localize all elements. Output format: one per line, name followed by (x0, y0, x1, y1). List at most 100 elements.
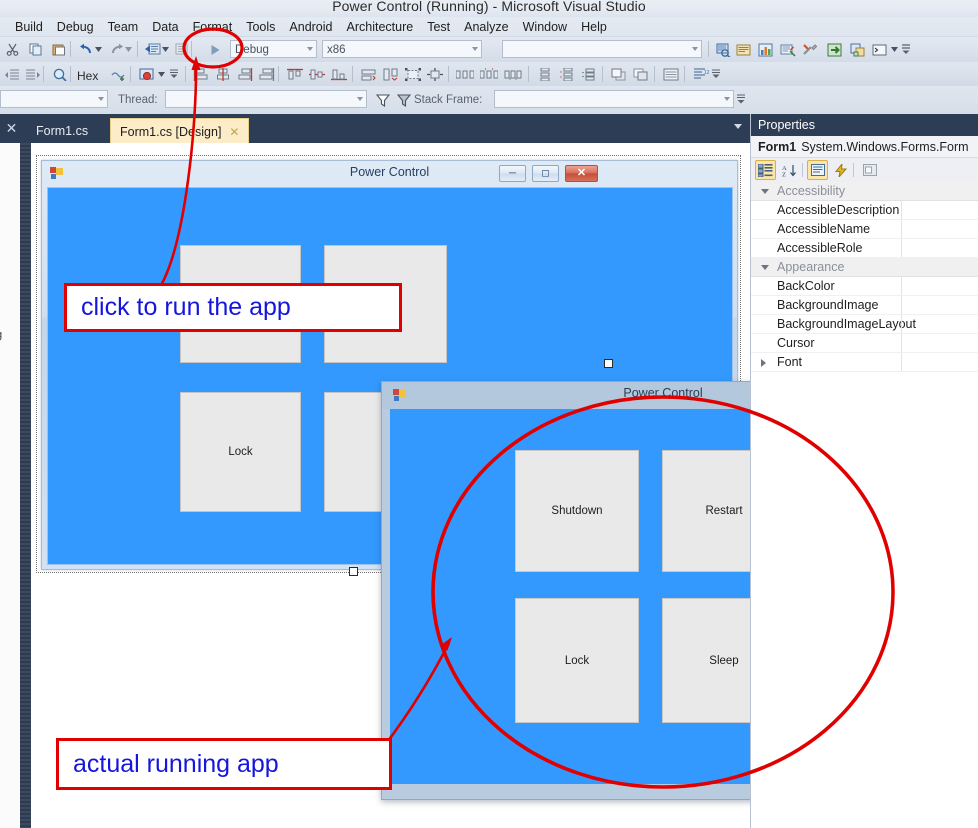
menu-item-android[interactable]: Android (282, 18, 339, 36)
toolbar3-overflow-icon[interactable] (737, 94, 745, 106)
running-button-lock[interactable]: Lock (515, 598, 639, 723)
start-debugging-button[interactable] (203, 39, 227, 60)
cut-icon[interactable] (2, 39, 23, 60)
hex-label[interactable]: Hex (77, 69, 98, 83)
property-column-splitter[interactable] (901, 201, 902, 219)
size-to-grid-icon[interactable] (402, 64, 423, 85)
make-same-width-icon[interactable] (358, 64, 379, 85)
menu-item-analyze[interactable]: Analyze (457, 18, 515, 36)
align-right-edges-icon[interactable] (256, 64, 277, 85)
expand-triangle-icon[interactable] (761, 359, 766, 367)
align-middles-icon[interactable] (306, 64, 327, 85)
properties-view-icon[interactable] (807, 160, 828, 180)
property-column-splitter[interactable] (901, 353, 902, 371)
command-dropdown-icon[interactable] (889, 39, 899, 60)
indent-decrease-icon[interactable] (2, 64, 23, 85)
align-tops-icon[interactable] (284, 64, 305, 85)
property-row-accessiblerole[interactable]: AccessibleRole (751, 239, 978, 258)
indent-increase-icon[interactable] (22, 64, 43, 85)
categorized-view-icon[interactable] (755, 160, 776, 180)
property-column-splitter[interactable] (901, 315, 902, 333)
process-combo[interactable] (0, 90, 108, 108)
menu-item-debug[interactable]: Debug (50, 18, 101, 36)
property-row-accessibledescription[interactable]: AccessibleDescription (751, 201, 978, 220)
increase-h-spacing-icon[interactable] (478, 64, 499, 85)
show-threads-filtered-icon[interactable] (393, 90, 414, 111)
toolbar2-overflow-icon[interactable] (170, 69, 178, 79)
design-button-lock[interactable]: Lock (180, 392, 301, 512)
stack-frame-combo[interactable] (494, 90, 734, 108)
tools-options-icon[interactable] (799, 39, 820, 60)
property-row-font[interactable]: Font (751, 353, 978, 372)
tab-form1-cs[interactable]: Form1.cs (27, 118, 97, 143)
design-form-resize-grip-right[interactable] (604, 359, 613, 368)
property-row-accessiblename[interactable]: AccessibleName (751, 220, 978, 239)
align-rights-icon[interactable] (234, 64, 255, 85)
menu-item-test[interactable]: Test (420, 18, 457, 36)
running-button-shutdown[interactable]: Shutdown (515, 450, 639, 572)
collapse-triangle-icon[interactable] (761, 189, 769, 194)
menu-item-build[interactable]: Build (8, 18, 50, 36)
menu-item-help[interactable]: Help (574, 18, 614, 36)
decrease-v-spacing-icon[interactable] (578, 64, 599, 85)
property-category-appearance[interactable]: Appearance (751, 258, 978, 277)
menu-item-window[interactable]: Window (516, 18, 574, 36)
navigate-dropdown-icon[interactable] (160, 39, 170, 60)
menu-item-team[interactable]: Team (101, 18, 146, 36)
alphabetical-sort-icon[interactable]: AZ (779, 160, 800, 180)
center-horizontally-icon[interactable] (424, 64, 445, 85)
error-list-icon[interactable] (777, 39, 798, 60)
manage-extensions-icon[interactable] (847, 39, 868, 60)
vertical-spacing-icon[interactable] (534, 64, 555, 85)
property-row-backgroundimagelayout[interactable]: BackgroundImageLayout (751, 315, 978, 334)
increase-v-spacing-icon[interactable] (556, 64, 577, 85)
menu-item-data[interactable]: Data (145, 18, 185, 36)
tab-form1-cs-design[interactable]: Form1.cs [Design] ✕ (110, 118, 250, 144)
properties-window-icon[interactable] (733, 39, 754, 60)
menu-item-tools[interactable]: Tools (239, 18, 282, 36)
menu-item-architecture[interactable]: Architecture (340, 18, 421, 36)
events-view-icon[interactable] (830, 160, 851, 180)
comment-dropdown-icon[interactable] (156, 64, 166, 85)
design-form-resize-grip-bottom[interactable] (349, 567, 358, 576)
property-column-splitter[interactable] (901, 220, 902, 238)
solution-explorer-icon[interactable] (712, 39, 733, 60)
collapse-triangle-icon[interactable] (761, 265, 769, 270)
solution-configuration-combo[interactable]: Debug (230, 40, 317, 58)
toolbox-icon[interactable] (755, 39, 776, 60)
close-active-document-icon[interactable]: ✕ (2, 119, 21, 138)
paste-icon[interactable] (48, 39, 69, 60)
design-close-button[interactable]: ✕ (565, 165, 598, 182)
send-to-back-icon[interactable] (630, 64, 651, 85)
property-row-backgroundimage[interactable]: BackgroundImage (751, 296, 978, 315)
add-watch-icon[interactable] (108, 64, 129, 85)
toolbar2-overflow2-icon[interactable] (712, 69, 720, 79)
copy-icon[interactable] (25, 39, 46, 60)
close-icon[interactable]: ✕ (229, 125, 239, 139)
tab-list-dropdown-icon[interactable] (734, 124, 742, 129)
make-same-height-icon[interactable] (380, 64, 401, 85)
decrease-h-spacing-icon[interactable] (502, 64, 523, 85)
format-document-icon[interactable]: 12 (690, 64, 711, 85)
command-window-icon[interactable] (869, 39, 890, 60)
publish-icon[interactable] (824, 39, 845, 60)
property-column-splitter[interactable] (901, 296, 902, 314)
design-minimize-button[interactable]: ─ (499, 165, 526, 182)
horizontal-spacing-icon[interactable] (454, 64, 475, 85)
design-maximize-button[interactable]: ◻ (532, 165, 559, 182)
property-column-splitter[interactable] (901, 334, 902, 352)
redo-dropdown-icon[interactable] (123, 39, 133, 60)
property-category-accessibility[interactable]: Accessibility (751, 182, 978, 201)
property-row-cursor[interactable]: Cursor (751, 334, 978, 353)
property-row-backcolor[interactable]: BackColor (751, 277, 978, 296)
align-bottoms-icon[interactable] (328, 64, 349, 85)
navigate-forward-icon[interactable] (172, 39, 193, 60)
find-combo[interactable] (502, 40, 702, 58)
toolbar-overflow-icon[interactable] (902, 43, 910, 55)
show-threads-icon[interactable] (372, 90, 393, 111)
property-column-splitter[interactable] (901, 277, 902, 295)
property-pages-icon[interactable] (859, 160, 880, 180)
property-column-splitter[interactable] (901, 239, 902, 257)
bring-to-front-icon[interactable] (608, 64, 629, 85)
thread-combo[interactable] (165, 90, 367, 108)
